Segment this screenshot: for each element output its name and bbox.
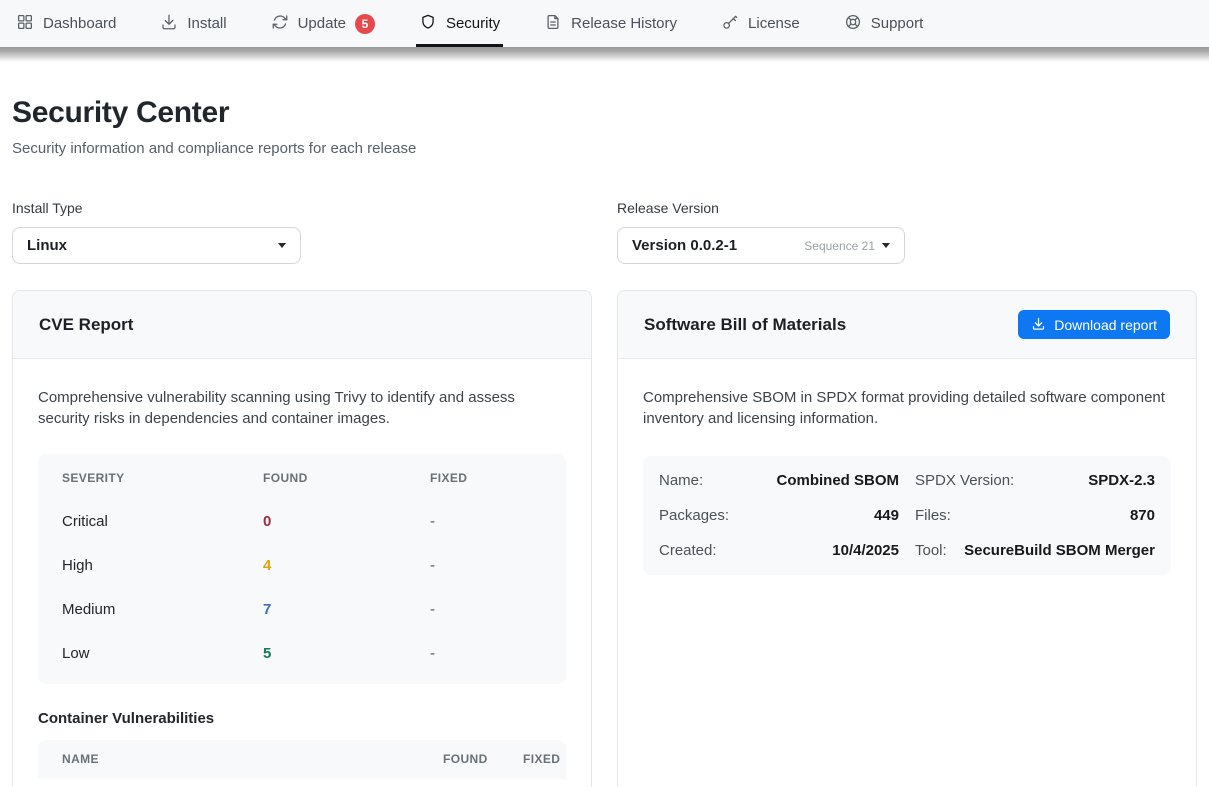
shield-icon (419, 13, 437, 35)
cve-card-header: CVE Report (13, 291, 591, 359)
nav-item-label: Update (298, 15, 346, 32)
filters-row: Install Type Linux Release Version Versi… (12, 200, 1197, 264)
page-subtitle: Security information and compliance repo… (12, 140, 1197, 157)
download-icon (160, 13, 178, 35)
install-type-filter: Install Type Linux (12, 200, 592, 264)
sbom-details: Name: Combined SBOM SPDX Version: SPDX-2… (643, 456, 1171, 575)
page-title: Security Center (12, 95, 1197, 131)
column-header: FOUND (443, 752, 489, 766)
cve-description: Comprehensive vulnerability scanning usi… (38, 387, 566, 430)
dashboard-grid-icon (16, 13, 34, 35)
column-header: NAME (62, 752, 443, 766)
lifebuoy-icon (844, 13, 862, 35)
release-version-select[interactable]: Version 0.0.2-1 Sequence 21 (617, 227, 905, 264)
install-type-value: Linux (27, 237, 67, 254)
nav-item-dashboard[interactable]: Dashboard (16, 0, 116, 47)
sbom-detail-name: Name: Combined SBOM (659, 463, 899, 498)
cve-card-title: CVE Report (39, 315, 133, 335)
chevron-down-icon (278, 243, 286, 248)
release-version-value: Version 0.0.2-1 (632, 237, 737, 254)
sbom-detail-files: Files: 870 (915, 498, 1155, 533)
sbom-card-title: Software Bill of Materials (644, 315, 846, 335)
cve-report-card: CVE Report Comprehensive vulnerability s… (12, 290, 592, 787)
release-version-filter: Release Version Version 0.0.2-1 Sequence… (617, 200, 1197, 264)
sequence-label: Sequence 21 (804, 239, 875, 253)
download-report-label: Download report (1054, 317, 1157, 333)
key-icon (721, 13, 739, 35)
download-icon (1031, 316, 1046, 334)
update-count-badge: 5 (355, 14, 375, 34)
download-report-button[interactable]: Download report (1018, 310, 1170, 339)
nav-item-label: Release History (571, 15, 677, 32)
top-nav: Dashboard Install Update 5 Security Rele… (0, 0, 1209, 47)
refresh-icon (271, 13, 289, 35)
column-header: SEVERITY (62, 471, 263, 485)
severity-table: SEVERITY FOUND FIXED Critical 0 - High 4… (38, 454, 566, 684)
nav-item-label: Install (187, 15, 226, 32)
nav-item-label: Dashboard (43, 15, 116, 32)
security-center-page: Security Center Security information and… (0, 95, 1209, 787)
sbom-detail-created: Created: 10/4/2025 (659, 533, 899, 568)
release-version-label: Release Version (617, 200, 1197, 216)
nav-item-label: Support (871, 15, 924, 32)
install-type-select[interactable]: Linux (12, 227, 301, 264)
nav-item-license[interactable]: License (721, 0, 800, 47)
container-vuln-table-header: NAME FOUND FIXED (38, 740, 566, 779)
column-header: FOUND (263, 471, 430, 485)
sbom-card: Software Bill of Materials Download repo… (617, 290, 1197, 787)
table-row: High 4 - (38, 544, 566, 588)
scroll-shadow (0, 47, 1209, 62)
sbom-detail-tool: Tool: SecureBuild SBOM Merger (915, 533, 1155, 568)
nav-item-security[interactable]: Security (419, 0, 500, 47)
table-row: Low 5 - (38, 632, 566, 676)
nav-item-release-history[interactable]: Release History (544, 0, 677, 47)
nav-item-label: License (748, 15, 800, 32)
column-header: FIXED (430, 471, 542, 485)
nav-item-install[interactable]: Install (160, 0, 226, 47)
sbom-detail-packages: Packages: 449 (659, 498, 899, 533)
sbom-card-header: Software Bill of Materials Download repo… (618, 291, 1196, 359)
table-row: Medium 7 - (38, 588, 566, 632)
severity-table-header: SEVERITY FOUND FIXED (38, 456, 566, 500)
install-type-label: Install Type (12, 200, 592, 216)
nav-item-support[interactable]: Support (844, 0, 924, 47)
nav-item-label: Security (446, 15, 500, 32)
report-cards: CVE Report Comprehensive vulnerability s… (12, 290, 1197, 787)
sbom-description: Comprehensive SBOM in SPDX format provid… (643, 387, 1171, 430)
nav-item-update[interactable]: Update 5 (271, 0, 375, 47)
table-row: Critical 0 - (38, 500, 566, 544)
document-icon (544, 13, 562, 35)
container-vulnerabilities-title: Container Vulnerabilities (38, 710, 566, 727)
column-header: FIXED (523, 752, 561, 766)
sbom-detail-spdx-version: SPDX Version: SPDX-2.3 (915, 463, 1155, 498)
chevron-down-icon (882, 243, 890, 248)
